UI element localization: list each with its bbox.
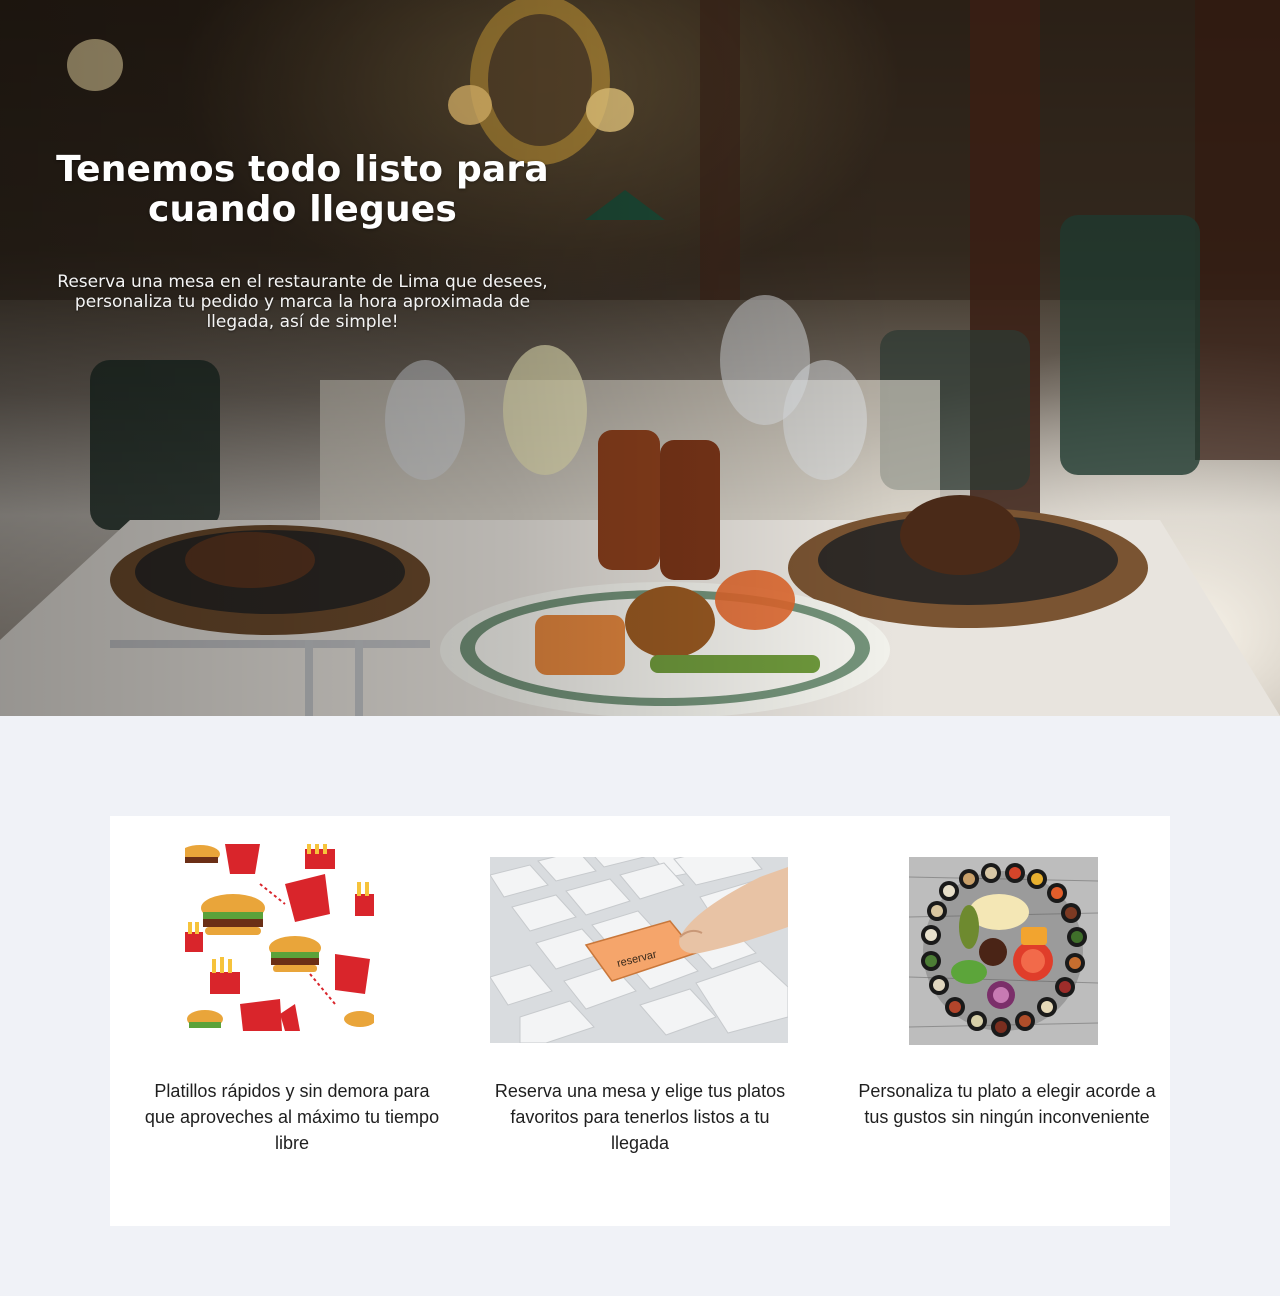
feature-text: Reserva una mesa y elige tus platos favo… [494,1081,786,1153]
hero-banner: Tenemos todo listo para cuando llegues R… [0,0,1280,716]
keyboard-reserve-key-icon: reservar [490,857,788,1043]
feature-text: Personaliza tu plato a elegir acorde a t… [858,1081,1156,1127]
hero-title: Tenemos todo listo para cuando llegues [56,149,549,230]
feature-text: Platillos rápidos y sin demora para que … [144,1081,440,1153]
hero-subtitle: Reserva una mesa en el restaurante de Li… [57,272,548,332]
hero-overlay [0,0,1280,716]
features-card: Platillos rápidos y sin demora para que … [110,816,1170,1226]
custom-plate-ingredients-icon [909,857,1098,1045]
fast-food-pattern-icon [185,844,374,1031]
hero-text: Tenemos todo listo para cuando llegues R… [40,149,565,333]
